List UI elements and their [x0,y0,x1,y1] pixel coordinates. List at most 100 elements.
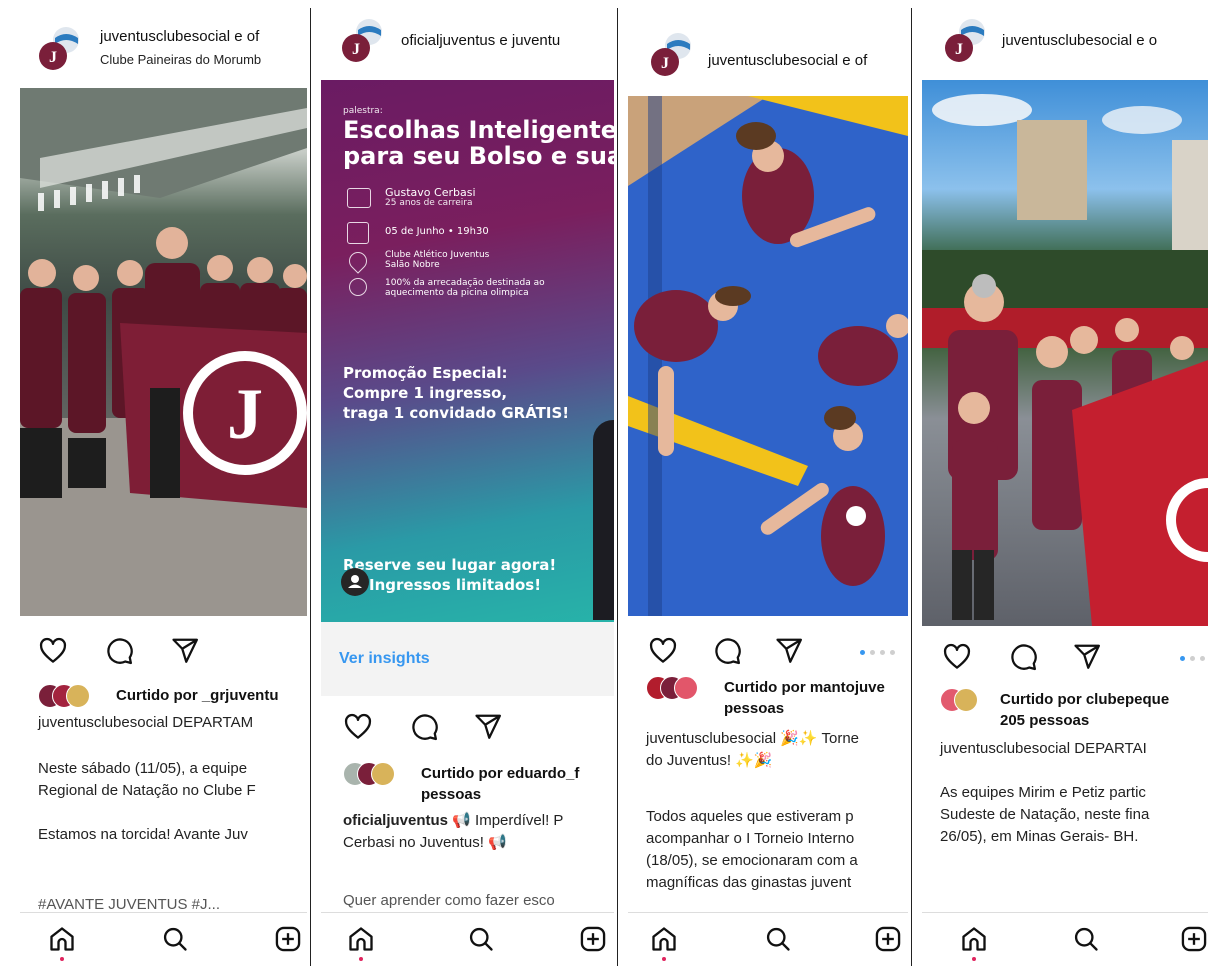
calendar-icon [347,222,369,244]
notification-dot [972,957,976,961]
svg-text:J: J [227,374,263,454]
post-photo[interactable]: J [20,88,307,616]
create-icon[interactable] [579,925,607,953]
search-icon[interactable] [467,925,495,953]
post-photo[interactable] [628,96,908,616]
panel-divider [310,8,311,966]
caption-tail: Quer aprender como fazer esco [343,892,555,909]
caption-line: Sudeste de Natação, neste fina [940,806,1150,823]
share-icon[interactable] [774,636,804,666]
caption-body: As equipes Mirim e Petiz partic Sudeste … [940,782,1149,848]
caption-username[interactable]: juventusclubesocial [38,714,168,731]
comment-icon[interactable] [1008,642,1038,672]
liked-by[interactable]: Curtido por eduardo_f pessoas [343,762,579,803]
poster-cta: Ingressos limitados! [369,576,542,594]
home-icon[interactable] [347,925,375,953]
notification-dot [662,957,666,961]
heart-icon[interactable] [648,636,678,666]
liked-by[interactable]: Curtido por clubepeque 205 pessoas [940,688,1169,729]
bottom-nav [922,912,1208,966]
liked-by-count: 205 pessoas [1000,712,1090,729]
view-insights-link[interactable]: Ver insights [339,650,430,668]
caption: juventusclubesocial DEPARTAM [38,712,253,734]
liker-avatars [343,762,415,786]
account-name[interactable]: oficialjuventus e juventu [401,32,560,49]
post-actions [321,712,614,752]
panel-divider [617,8,618,966]
caption-body: Neste sábado (11/05), a equipe Regional … [38,758,256,846]
share-icon[interactable] [473,712,503,742]
panel-divider [911,8,912,966]
share-icon[interactable] [170,636,200,666]
post-panel-3: juventusclubesocial e of Curtido por man… [628,0,908,966]
tagged-user-icon[interactable] [341,568,369,596]
photo-illustration [922,94,1208,626]
poster-venue: Clube Atlético Juventus [385,250,490,260]
liker-avatars [940,688,994,712]
caption: oficialjuventus 📢 Imperdível! P Cerbasi … [343,810,563,854]
caption-text: DEPARTAI [1074,740,1147,757]
liker-avatars [38,684,110,708]
caption-line: Todos aqueles que estiveram p [646,808,854,825]
location-pin-icon [345,248,371,274]
create-icon[interactable] [1180,925,1208,953]
poster-date: 05 de Junho • 19h30 [385,226,489,237]
caption-line: acompanhar o I Torneio Interno [646,830,855,847]
heart-icon[interactable] [343,712,373,742]
heart-icon[interactable] [38,636,68,666]
liked-by-text: Curtido por _grjuventu [116,686,279,704]
caption-line: Regional de Natação no Clube F [38,782,256,799]
caption-text: DEPARTAM [172,714,254,731]
post-header: juventusclubesocial e of Clube Paineiras… [20,18,307,78]
bottom-nav [20,912,307,966]
promo-poster[interactable]: palestra: Escolhas Inteligentes para seu… [321,80,614,622]
home-icon[interactable] [650,925,678,953]
create-icon[interactable] [874,925,902,953]
caption-username[interactable]: oficialjuventus [343,812,448,829]
comment-icon[interactable] [712,636,742,666]
search-icon[interactable] [764,925,792,953]
post-panel-2: oficialjuventus e juventu palestra: Esco… [321,0,614,966]
home-icon[interactable] [48,925,76,953]
location-label[interactable]: Clube Paineiras do Morumb [100,52,261,67]
create-icon[interactable] [274,925,302,953]
liked-by[interactable]: Curtido por mantojuve pessoas [646,676,885,717]
account-avatar[interactable] [36,26,82,72]
comment-icon[interactable] [409,712,439,742]
carousel-dots [860,650,895,655]
post-actions [628,636,908,676]
account-avatar[interactable] [942,18,988,64]
bottom-nav [321,912,614,966]
caption-line: Estamos na torcida! Avante Juv [38,826,248,843]
poster-speaker-sub: 25 anos de carreira [385,198,473,208]
liked-by[interactable]: Curtido por _grjuventu [38,684,279,708]
liked-by-text: Curtido por eduardo_f [421,764,580,782]
person-icon [348,575,362,588]
post-header: oficialjuventus e juventu [321,18,614,78]
liked-by-text: Curtido por clubepeque [1000,690,1170,708]
post-panel-1: juventusclubesocial e of Clube Paineiras… [20,0,307,966]
caption-text: 🎉✨ Torne [780,730,860,747]
comment-icon[interactable] [104,636,134,666]
caption-line [38,802,256,824]
poster-promo: Compre 1 ingresso, [343,384,508,402]
post-photo[interactable] [922,80,1208,626]
caption-line: Neste sábado (11/05), a equipe [38,760,248,777]
insights-bar: Ver insights [321,622,614,696]
account-name[interactable]: juventusclubesocial e of [100,28,259,45]
liked-by-count: pessoas [724,700,785,717]
account-avatar[interactable] [648,32,694,78]
account-name[interactable]: juventusclubesocial e of [708,52,867,69]
caption-username[interactable]: juventusclubesocial [646,730,776,747]
search-icon[interactable] [161,925,189,953]
search-icon[interactable] [1072,925,1100,953]
home-icon[interactable] [960,925,988,953]
photo-illustration [628,96,908,616]
post-header: juventusclubesocial e o [922,18,1208,78]
account-name[interactable]: juventusclubesocial e o [1002,32,1157,49]
caption-username[interactable]: juventusclubesocial [940,740,1070,757]
caption-text: 📢 Imperdível! P [452,812,564,829]
heart-icon[interactable] [942,642,972,672]
share-icon[interactable] [1072,642,1102,672]
account-avatar[interactable] [339,18,385,64]
